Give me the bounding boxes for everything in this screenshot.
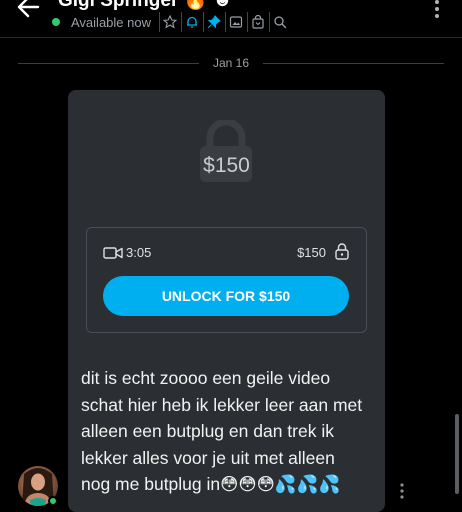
video-camera-icon: [103, 247, 123, 259]
contact-name[interactable]: Gigi Springer 🔥 ☻: [58, 0, 233, 12]
ppv-card: 3:05 $150 UNLOCK FOR $150: [86, 227, 367, 333]
avatar-online-indicator: [48, 496, 58, 506]
star-icon[interactable]: [158, 12, 181, 32]
ppv-price: $150: [297, 245, 326, 260]
unlock-button[interactable]: UNLOCK FOR $150: [103, 276, 349, 316]
message-line: schat hier heb ik lekker leer aan met: [81, 394, 363, 415]
image-icon[interactable]: [224, 12, 247, 32]
preview-price: $150: [203, 154, 250, 177]
message-text: dit is echt zoooo een geile video schat …: [81, 365, 381, 498]
message-line: nog me butplug in😳😳😳💦💦💦: [81, 474, 341, 494]
date-label: Jan 16: [212, 56, 250, 70]
bell-icon[interactable]: [180, 12, 203, 32]
message-bubble: $150 3:05 $150 UNLOCK FOR $150 dit is ec…: [68, 90, 385, 512]
message-more-icon[interactable]: [399, 483, 405, 499]
more-options-icon[interactable]: [434, 0, 440, 20]
online-indicator: [52, 18, 60, 26]
pin-icon[interactable]: [202, 12, 225, 32]
search-icon[interactable]: [268, 12, 291, 32]
message-line: alleen een butplug en dan trek ik: [81, 421, 334, 441]
locked-media-preview[interactable]: $150: [68, 90, 385, 230]
message-line: dit is echt zoooo een geile video: [81, 368, 331, 388]
message-line: lekker alles voor je uit met alleen: [81, 447, 335, 468]
date-separator: Jan 16: [18, 56, 444, 70]
availability-status: Available now: [71, 14, 151, 30]
date-line-left: [18, 62, 199, 64]
chat-header: Gigi Springer 🔥 ☻ Available now: [0, 0, 462, 37]
date-line-right: [263, 62, 444, 64]
back-arrow-icon[interactable]: [16, 0, 42, 20]
scrollbar[interactable]: [455, 414, 459, 494]
lock-icon: [335, 243, 349, 260]
header-divider: [0, 37, 462, 38]
video-duration: 3:05: [126, 245, 152, 260]
shopping-bag-icon[interactable]: [246, 12, 269, 32]
header-status-row: Available now: [52, 12, 291, 32]
